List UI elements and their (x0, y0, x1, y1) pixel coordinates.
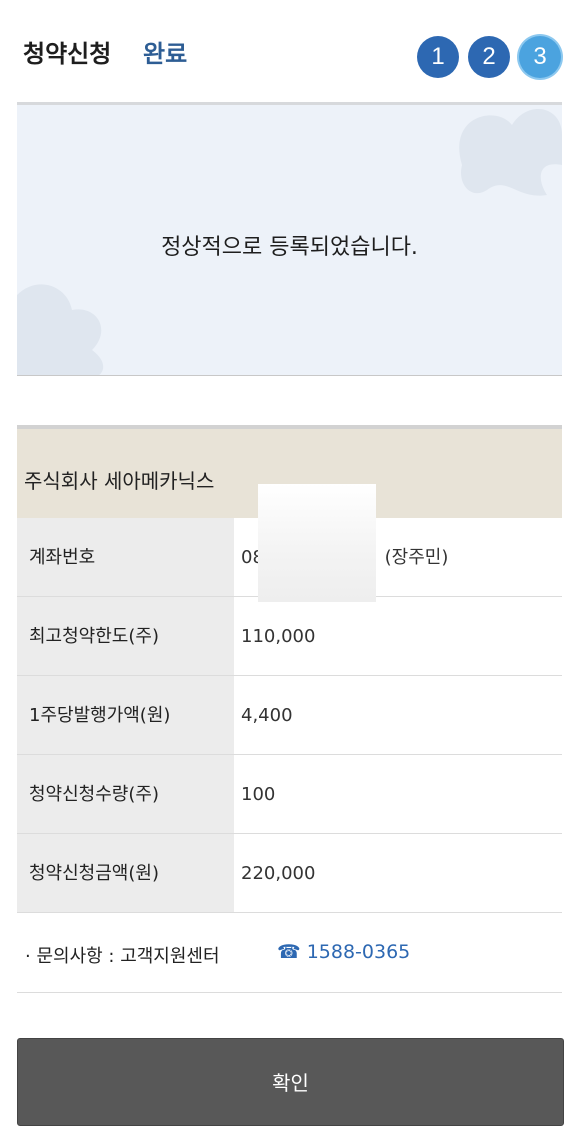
redaction-blur (258, 484, 376, 602)
completion-banner: 정상적으로 등록되었습니다. (17, 102, 562, 376)
account-holder: (장주민) (384, 547, 449, 568)
step-indicator-2: 2 (468, 36, 510, 78)
company-name: 주식회사 세아메카닉스 (24, 469, 215, 493)
issue-price-label: 1주당발행가액(원) (17, 676, 234, 754)
quantity-value: 100 (234, 755, 562, 833)
max-limit-label: 최고청약한도(주) (17, 597, 234, 675)
completion-message: 정상적으로 등록되었습니다. (161, 235, 418, 260)
page-title: 청약신청 (23, 40, 112, 68)
table-row-max-limit: 최고청약한도(주) 110,000 (17, 597, 562, 676)
amount-value: 220,000 (234, 834, 562, 912)
confirm-button[interactable]: 확인 (17, 1038, 564, 1126)
table-row-quantity: 청약신청수량(주) 100 (17, 755, 562, 834)
table-row-issue-price: 1주당발행가액(원) 4,400 (17, 676, 562, 755)
inquiry-row: · 문의사항 : 고객지원센터 ☎ 1588-0365 (17, 914, 562, 993)
support-phone-link[interactable]: ☎ 1588-0365 (277, 941, 410, 963)
quantity-label: 청약신청수량(주) (17, 755, 234, 833)
step-indicator-3-active: 3 (519, 36, 561, 78)
page-header: 청약신청 완료 1 2 3 (0, 0, 580, 102)
amount-label: 청약신청금액(원) (17, 834, 234, 912)
account-label: 계좌번호 (17, 518, 234, 596)
table-row-amount: 청약신청금액(원) 220,000 (17, 834, 562, 913)
inquiry-label: · 문의사항 : 고객지원센터 (25, 946, 220, 967)
issue-price-value: 4,400 (234, 676, 562, 754)
page-subtitle: 완료 (143, 40, 188, 68)
step-indicator-1: 1 (417, 36, 459, 78)
max-limit-value: 110,000 (234, 597, 562, 675)
